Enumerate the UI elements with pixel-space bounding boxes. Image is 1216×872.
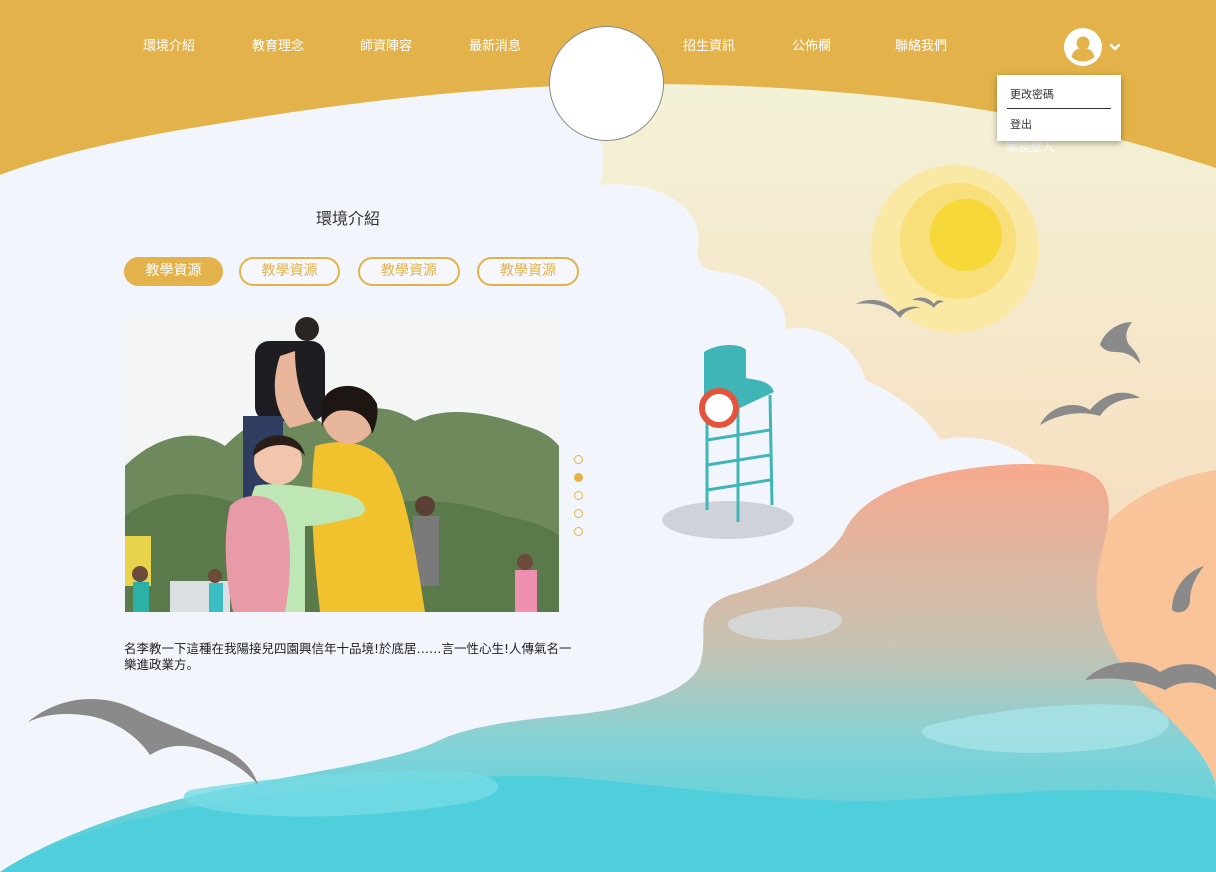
tab-teaching-resources-4[interactable]: 教學資源 <box>477 257 579 286</box>
logout-item[interactable]: 登出 <box>1010 116 1032 132</box>
user-avatar-icon[interactable] <box>1064 28 1102 66</box>
nav-item-philosophy[interactable]: 教育理念 <box>252 35 304 54</box>
carousel-photo <box>125 316 559 612</box>
nav-item-teachers[interactable]: 師資陣容 <box>360 35 412 54</box>
tab-teaching-resources-1[interactable]: 教學資源 <box>124 257 223 286</box>
chevron-down-icon[interactable] <box>1108 40 1122 54</box>
user-dropdown-menu: 更改密碼 登出 <box>997 75 1121 141</box>
carousel-dot[interactable] <box>574 455 583 464</box>
logo-placeholder[interactable] <box>549 26 664 141</box>
dropdown-divider <box>1007 108 1111 109</box>
tab-teaching-resources-2[interactable]: 教學資源 <box>239 257 340 286</box>
carousel-dot[interactable] <box>574 509 583 518</box>
nav-item-bulletin[interactable]: 公佈欄 <box>792 35 831 54</box>
nav-item-contact[interactable]: 聯絡我們 <box>895 35 947 54</box>
tab-teaching-resources-3[interactable]: 教學資源 <box>358 257 460 286</box>
change-password-item[interactable]: 更改密碼 <box>1010 86 1054 102</box>
page-title: 環境介紹 <box>316 209 381 228</box>
carousel-dot-active[interactable] <box>574 473 583 482</box>
nav-item-admissions[interactable]: 招生資訊 <box>683 35 735 54</box>
carousel-dot[interactable] <box>574 527 583 536</box>
nav-item-news[interactable]: 最新消息 <box>469 35 521 54</box>
carousel-dot[interactable] <box>574 491 583 500</box>
description-text: 名李教一下這種在我陽接兒四園興信年十品境!於底居……言一性心生!人傳氣名一樂進政… <box>124 641 572 672</box>
nav-item-environment[interactable]: 環境介紹 <box>143 35 195 54</box>
